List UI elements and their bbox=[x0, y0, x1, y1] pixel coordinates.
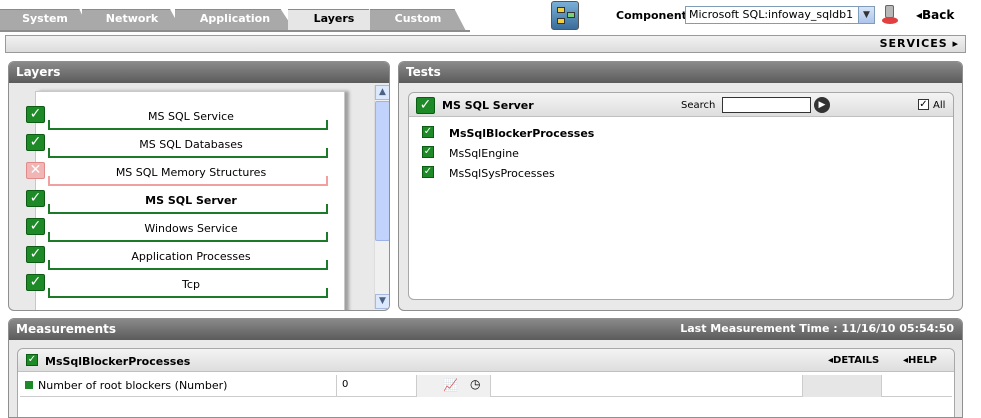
server-icon[interactable] bbox=[882, 5, 898, 25]
scroll-up-icon[interactable]: ▲ bbox=[375, 85, 389, 100]
tab-layers[interactable]: Layers bbox=[288, 9, 380, 31]
check-icon: ✓ bbox=[26, 190, 45, 207]
layers-scrollbar[interactable]: ▲ ▼ bbox=[374, 85, 389, 309]
help-label: HELP bbox=[908, 355, 937, 366]
layer-row[interactable]: ✓ MS SQL Service bbox=[26, 106, 344, 130]
scroll-down-icon[interactable]: ▼ bbox=[375, 294, 389, 309]
layer-check-icon: ✓ bbox=[416, 97, 435, 114]
check-icon: ✓ bbox=[26, 106, 45, 123]
all-label: All bbox=[933, 100, 946, 111]
test-check-icon: ✓ bbox=[422, 166, 434, 178]
check-icon: ✓ bbox=[26, 246, 45, 263]
back-button[interactable]: ◂Back bbox=[916, 8, 954, 22]
tests-box: ✓ MS SQL Server Search ▶ ✓ All ✓ MsSqlBlo… bbox=[408, 92, 954, 300]
layer-row[interactable]: ✕ MS SQL Memory Structures bbox=[26, 162, 344, 186]
layer-row[interactable]: ✓ MS SQL Server bbox=[26, 190, 344, 214]
tab-network-label: Network bbox=[105, 12, 159, 25]
layer-name: MS SQL Server bbox=[442, 99, 534, 112]
test-label: MsSqlEngine bbox=[449, 147, 519, 160]
layer-row[interactable]: ✓ MS SQL Databases bbox=[26, 134, 344, 158]
measure-name: Number of root blockers (Number) bbox=[38, 379, 228, 392]
search-go-icon[interactable]: ▶ bbox=[814, 97, 830, 113]
last-measurement-time: Last Measurement Time : 11/16/10 05:54:5… bbox=[680, 322, 954, 335]
details-label: DETAILS bbox=[833, 355, 880, 366]
check-icon: ✓ bbox=[26, 134, 45, 151]
tab-underline bbox=[0, 30, 470, 32]
graph-icon[interactable]: 📈 bbox=[443, 378, 458, 392]
clock-icon[interactable]: ◷ bbox=[470, 377, 480, 391]
tests-header: Tests bbox=[399, 62, 962, 83]
help-link[interactable]: ◂HELP bbox=[903, 355, 937, 366]
layer-label: Application Processes bbox=[131, 250, 251, 263]
layer-label: MS SQL Databases bbox=[139, 138, 243, 151]
services-bar[interactable]: SERVICES ▸ bbox=[5, 35, 966, 53]
search-label: Search bbox=[681, 100, 716, 111]
test-check-icon: ✓ bbox=[26, 354, 38, 366]
services-label: SERVICES bbox=[879, 37, 948, 50]
tab-custom[interactable]: Custom bbox=[370, 9, 466, 31]
tab-layers-label: Layers bbox=[313, 12, 355, 25]
check-icon: ✓ bbox=[26, 218, 45, 235]
tests-panel: Tests ✓ MS SQL Server Search ▶ ✓ All ✓ Ms… bbox=[398, 61, 963, 311]
tab-network[interactable]: Network bbox=[82, 9, 182, 31]
layer-label: MS SQL Service bbox=[148, 110, 234, 123]
layer-label: Windows Service bbox=[144, 222, 238, 235]
layer-row[interactable]: ✓ Tcp bbox=[26, 274, 344, 298]
layer-label: MS SQL Server bbox=[145, 194, 237, 207]
table-row: Number of root blockers (Number) 0 📈 ◷ bbox=[20, 375, 952, 397]
measurement-test-name: MsSqlBlockerProcesses bbox=[45, 355, 191, 368]
test-check-icon: ✓ bbox=[422, 126, 434, 138]
measure-value: 0 bbox=[342, 379, 349, 390]
tab-system-label: System bbox=[22, 12, 68, 25]
check-icon: ✓ bbox=[26, 274, 45, 291]
test-label: MsSqlBlockerProcesses bbox=[449, 127, 595, 140]
tab-system[interactable]: System bbox=[0, 9, 90, 31]
back-label: Back bbox=[922, 8, 955, 22]
component-select[interactable]: Microsoft SQL:infoway_sqldb1 ▼ bbox=[685, 6, 875, 24]
layer-row[interactable]: ✓ Application Processes bbox=[26, 246, 344, 270]
test-check-icon: ✓ bbox=[422, 146, 434, 158]
layer-label: Tcp bbox=[182, 278, 200, 291]
layer-label: MS SQL Memory Structures bbox=[115, 166, 267, 179]
layers-header: Layers bbox=[9, 62, 389, 83]
chevron-down-icon[interactable]: ▼ bbox=[858, 7, 874, 23]
measurements-header: Measurements Last Measurement Time : 11/… bbox=[9, 319, 962, 340]
scroll-thumb[interactable] bbox=[375, 101, 389, 241]
details-link[interactable]: ◂DETAILS bbox=[828, 355, 879, 366]
tab-custom-label: Custom bbox=[394, 12, 442, 25]
layer-row[interactable]: ✓ Windows Service bbox=[26, 218, 344, 242]
status-square-icon bbox=[25, 381, 33, 389]
tab-application[interactable]: Application bbox=[175, 9, 295, 31]
component-select-value: Microsoft SQL:infoway_sqldb1 bbox=[689, 8, 854, 21]
tab-application-label: Application bbox=[199, 12, 271, 25]
measurement-box: ✓ MsSqlBlockerProcesses ◂DETAILS ◂HELP N… bbox=[17, 348, 955, 417]
measurements-title: Measurements bbox=[16, 322, 116, 336]
chevron-right-icon: ▸ bbox=[947, 37, 959, 50]
test-label: MsSqlSysProcesses bbox=[449, 167, 555, 180]
error-x-icon: ✕ bbox=[26, 162, 45, 179]
layers-panel: Layers ✓ MS SQL Service ✓ MS SQL Databases ✕… bbox=[8, 61, 390, 311]
measurements-panel: Measurements Last Measurement Time : 11/… bbox=[8, 318, 963, 418]
layout-icon[interactable] bbox=[551, 1, 579, 30]
component-label: Component bbox=[616, 9, 687, 22]
search-input[interactable] bbox=[722, 97, 811, 113]
all-checkbox[interactable]: ✓ bbox=[918, 99, 929, 110]
